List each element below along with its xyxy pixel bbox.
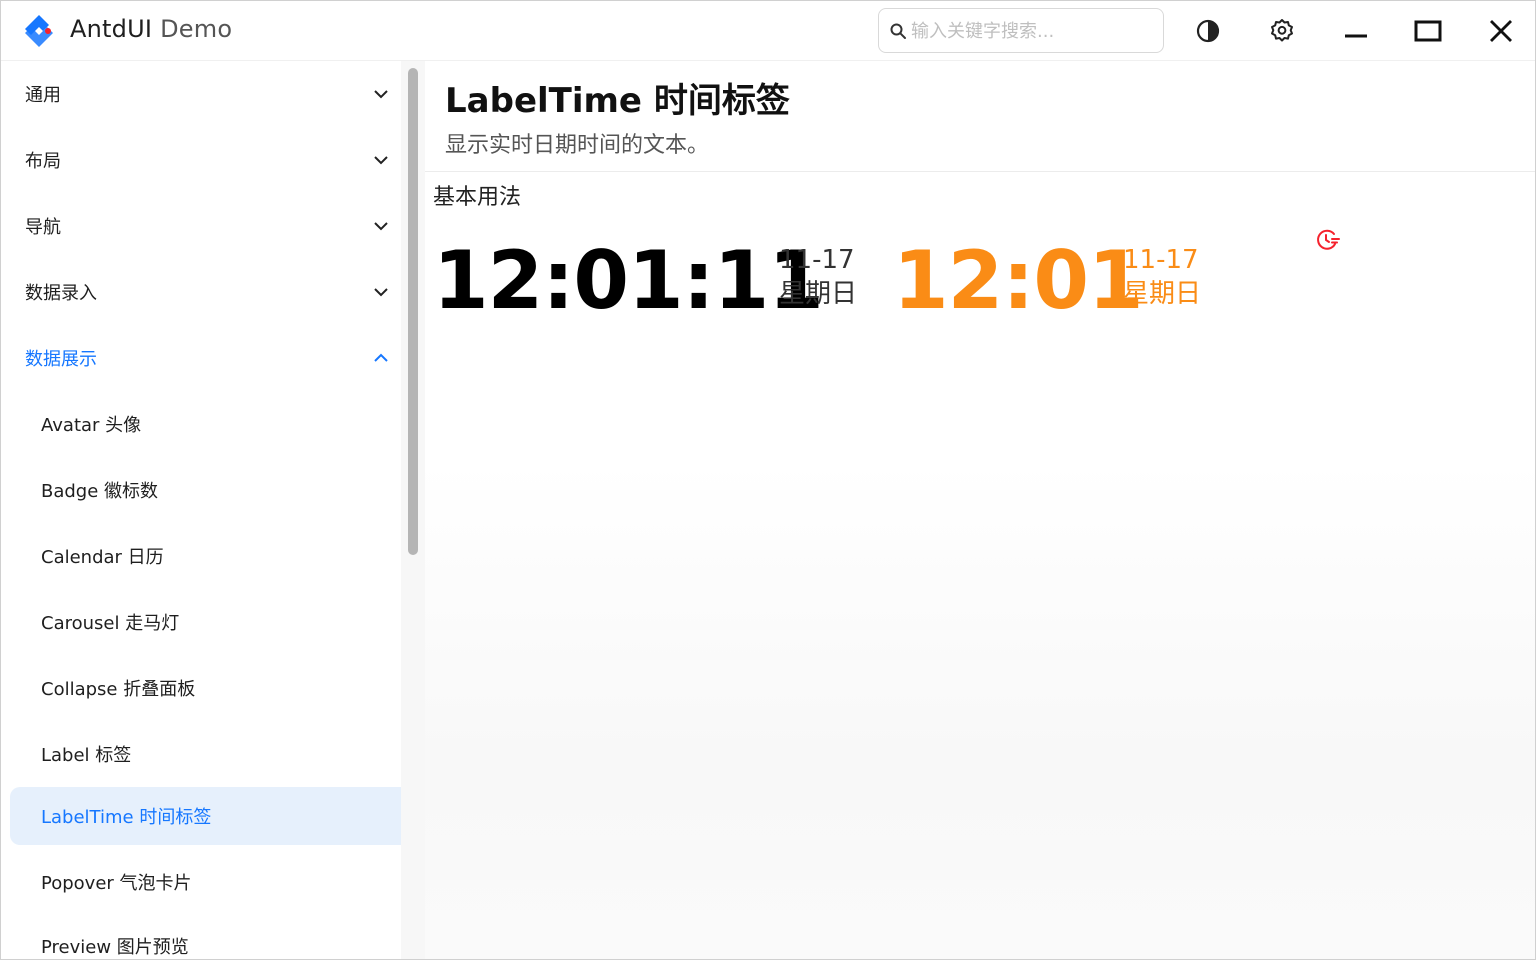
close-button[interactable] [1465, 1, 1535, 61]
maximize-button[interactable] [1392, 1, 1464, 61]
sidebar-item-label: Badge 徽标数 [41, 481, 159, 502]
search-box[interactable] [878, 8, 1164, 53]
settings-button[interactable] [1246, 1, 1318, 61]
sidebar-menu: 通用 布局 导航 数据录入 数据展示 Avatar 头像 Badge 徽标数 C… [1, 61, 425, 959]
main-content: LabelTime 时间标签 显示实时日期时间的文本。 基本用法 12:01:1… [425, 61, 1535, 959]
sidebar-item-preview[interactable]: Preview 图片预览 [1, 913, 401, 959]
sidebar-item-labeltime[interactable]: LabelTime 时间标签 [10, 787, 425, 845]
maximize-icon [1414, 20, 1442, 42]
menu-group-label: 导航 [25, 217, 61, 238]
menu-group-data-display[interactable]: 数据展示 [1, 325, 401, 391]
sidebar-item-label: Label 标签 [41, 745, 132, 766]
theme-toggle-icon [1196, 19, 1220, 43]
page-description: 显示实时日期时间的文本。 [445, 133, 710, 158]
chevron-down-icon [374, 288, 388, 297]
gear-icon [1271, 19, 1293, 42]
menu-group-navigation[interactable]: 导航 [1, 193, 401, 259]
chevron-down-icon [374, 90, 388, 99]
menu-group-label: 数据展示 [25, 349, 97, 370]
chevron-down-icon [374, 156, 388, 165]
menu-group-label: 通用 [25, 85, 61, 106]
sidebar-item-popover[interactable]: Popover 气泡卡片 [1, 849, 401, 915]
sidebar-item-label: Popover 气泡卡片 [41, 873, 192, 894]
clock-weekday-orange: 星期日 [1123, 279, 1202, 309]
clock-date-orange: 11-17 [1123, 245, 1199, 275]
sidebar-item-avatar[interactable]: Avatar 头像 [1, 391, 401, 457]
sidebar-item-carousel[interactable]: Carousel 走马灯 [1, 589, 401, 655]
menu-group-data-entry[interactable]: 数据录入 [1, 259, 401, 325]
sidebar-item-badge[interactable]: Badge 徽标数 [1, 457, 401, 523]
app-title: AntdUI Demo [70, 15, 232, 43]
clock-date-black: 11-17 [779, 245, 855, 275]
sidebar-scrollbar-thumb[interactable] [408, 68, 418, 555]
app-name-text: AntdUI [70, 15, 153, 43]
search-input[interactable] [911, 15, 1151, 47]
chevron-down-icon [374, 222, 388, 231]
clock-weekday-black: 星期日 [779, 279, 858, 309]
sidebar-item-label: Preview 图片预览 [41, 937, 189, 958]
minimize-button[interactable] [1320, 1, 1392, 61]
sidebar-item-label: Avatar 头像 [41, 415, 142, 436]
sidebar-item-label: Calendar 日历 [41, 547, 164, 568]
menu-group-layout[interactable]: 布局 [1, 127, 401, 193]
sidebar-item-collapse[interactable]: Collapse 折叠面板 [1, 655, 401, 721]
page-title: LabelTime 时间标签 [445, 81, 790, 121]
title-bar[interactable]: AntdUI Demo [1, 1, 1535, 61]
close-icon [1490, 20, 1512, 42]
sidebar-item-calendar[interactable]: Calendar 日历 [1, 523, 401, 589]
search-icon [890, 23, 906, 39]
minimize-icon [1345, 34, 1367, 38]
app-window: AntdUI Demo 输入关键字搜索... 通用 布局 导航 数据录入 数据展… [0, 0, 1536, 960]
clock-time-black: 12:01:11 [433, 234, 824, 327]
sidebar-item-label: LabelTime 时间标签 [41, 807, 212, 828]
background-decoration [425, 461, 1535, 959]
chevron-up-icon [374, 353, 388, 362]
header-divider [425, 171, 1535, 172]
clock-time-orange: 12:01 [893, 234, 1144, 327]
app-subtitle: Demo [160, 15, 233, 43]
menu-group-label: 数据录入 [25, 283, 97, 304]
clock-history-icon[interactable] [1314, 227, 1340, 253]
sidebar-item-label: Carousel 走马灯 [41, 613, 180, 634]
menu-group-label: 布局 [25, 151, 61, 172]
sidebar-item-label: Collapse 折叠面板 [41, 679, 196, 700]
sidebar-item-label-component[interactable]: Label 标签 [1, 721, 401, 787]
menu-group-general[interactable]: 通用 [1, 61, 401, 127]
antd-logo-icon [25, 15, 53, 47]
section-title: 基本用法 [433, 185, 522, 210]
theme-toggle-button[interactable] [1172, 1, 1244, 61]
